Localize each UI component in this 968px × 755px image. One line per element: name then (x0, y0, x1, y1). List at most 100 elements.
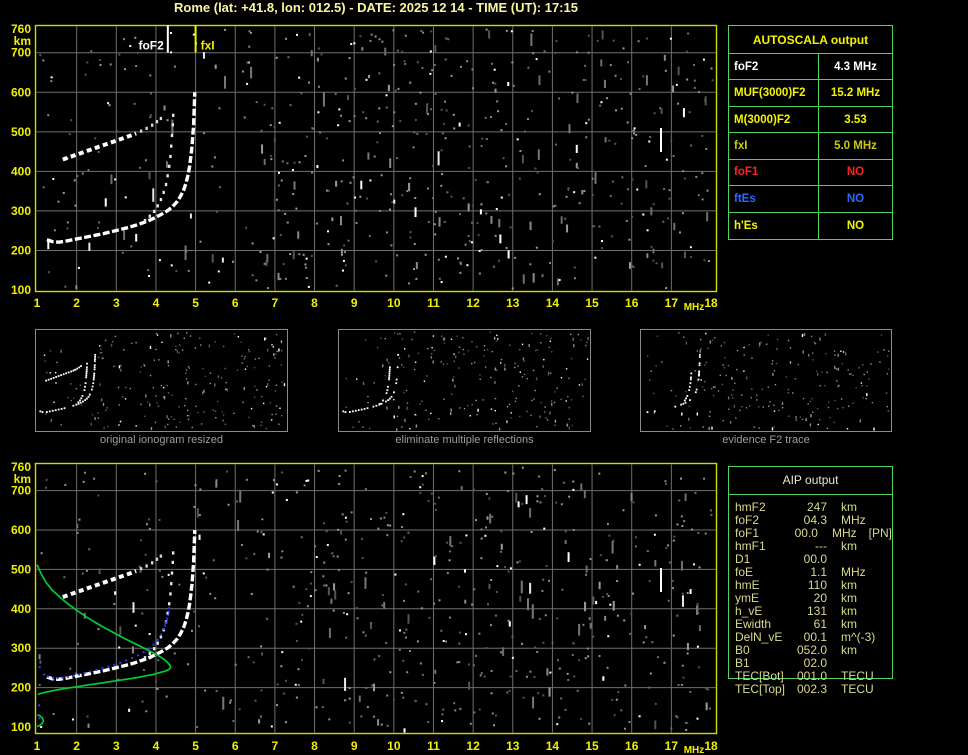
row-value: 3.53 (844, 113, 867, 126)
autoscala-row: h'Es NO (729, 212, 892, 239)
svg-text:11: 11 (427, 296, 440, 310)
svg-text:13: 13 (506, 739, 520, 753)
axis-labels: 1 2 3 4 5 6 7 8 9 10 11 12 13 14 15 16 17 18MHz7607006005… (11, 22, 718, 313)
row-label: fxI (729, 133, 819, 159)
svg-text:16: 16 (625, 296, 639, 310)
svg-text:15: 15 (585, 296, 599, 310)
top-ionogram-plot: foF2 fxI1 2 3 4 5 6 7 8 9 10 11 12 13 14 15 16 17 18MHz760… (11, 22, 718, 313)
svg-text:12: 12 (466, 296, 480, 310)
svg-text:6: 6 (232, 296, 239, 310)
row-value: 00.0 (794, 526, 818, 540)
svg-text:17: 17 (665, 739, 679, 753)
svg-text:300: 300 (11, 204, 31, 218)
svg-text:8: 8 (311, 296, 318, 310)
plot-border (34, 462, 718, 735)
series-profile (36, 713, 45, 728)
svg-text:13: 13 (506, 296, 520, 310)
svg-text:14: 14 (546, 296, 560, 310)
grid (36, 26, 716, 291)
svg-text:14: 14 (546, 739, 560, 753)
svg-text:400: 400 (11, 602, 31, 616)
svg-text:8: 8 (311, 739, 318, 753)
row-unit: TECU (841, 682, 874, 696)
row-label: M(3000)F2 (729, 106, 819, 133)
svg-text:9: 9 (351, 296, 358, 310)
svg-text:3: 3 (113, 296, 120, 310)
svg-text:500: 500 (11, 125, 31, 139)
svg-text:5: 5 (192, 296, 199, 310)
svg-text:2: 2 (73, 739, 80, 753)
svg-text:12: 12 (466, 739, 480, 753)
bottom-ionogram-plot: 1 2 3 4 5 6 7 8 9 10 11 12 13 14 15 16 17 18MHz7607006005… (11, 460, 718, 755)
svg-text:2: 2 (73, 296, 80, 310)
plot-border (34, 24, 718, 293)
autoscala-table-header: AUTOSCALA output (729, 26, 892, 54)
autoscala-row: ftEs NO (729, 186, 892, 213)
series-dots (139, 554, 163, 571)
row-value: NO (846, 166, 865, 179)
thumbnail-caption-evidence: evidence F2 trace (722, 434, 810, 446)
autoscala-row: foF1 NO (729, 159, 892, 187)
row-note: [PN] (868, 526, 892, 540)
row-label: h'Es (729, 212, 819, 239)
y-axis-unit: km (14, 34, 31, 48)
aip-table-header: AIP output (729, 467, 892, 495)
row-label: TEC[Top] (735, 682, 786, 696)
thumbnail-strip (35, 329, 892, 432)
row-label: foF1 (729, 159, 819, 186)
autoscala-row: foF2 4.3 MHz (729, 54, 892, 81)
svg-text:200: 200 (11, 681, 31, 695)
thumbnail-border (640, 329, 892, 432)
svg-text:500: 500 (11, 562, 31, 576)
row-value: 15.2 MHz (830, 87, 881, 100)
thumbnail-caption-eliminate: eliminate multiple reflections (395, 434, 534, 446)
noise-speckle (38, 466, 713, 733)
row-value: 5.0 MHz (834, 139, 877, 152)
autoscala-row: M(3000)F2 3.53 (729, 106, 892, 134)
svg-text:11: 11 (427, 739, 440, 753)
aip-table-rows: hmF2 247 km foF2 04.3 MHz foF1 00.0 MHz [PN] hmF1-… (729, 495, 892, 696)
autoscala-output-table: AUTOSCALA output foF2 4.3 MHz MUF(3000)F2 1… (728, 25, 893, 240)
x-axis-unit: MHz (684, 302, 705, 313)
svg-text:18: 18 (704, 296, 718, 310)
autoscala-row: MUF(3000)F2 15.2 MHz (729, 80, 892, 107)
row-label: MUF(3000)F2 (729, 80, 819, 106)
svg-text:4: 4 (153, 296, 160, 310)
aip-row: TEC[Top] 002.3 TECU (735, 683, 892, 696)
grid (36, 464, 716, 733)
echo-traces (46, 92, 197, 244)
series-dots (143, 551, 175, 660)
autoscala-row: fxI 5.0 MHz (729, 133, 892, 160)
svg-text:3: 3 (113, 739, 120, 753)
svg-text:4: 4 (153, 739, 160, 753)
y-axis-unit: km (14, 472, 31, 486)
aip-output-table: AIP output hmF2 247 km foF2 04.3 MHz foF1 00.0 M… (728, 466, 893, 696)
svg-text:15: 15 (585, 739, 599, 753)
svg-text:9: 9 (351, 739, 358, 753)
thumbnail-caption-original: original ionogram resized (100, 434, 223, 446)
row-unit: km (841, 539, 857, 553)
row-unit: km (841, 643, 857, 657)
svg-text:16: 16 (625, 739, 639, 753)
svg-text:1: 1 (34, 296, 41, 310)
page-title: Rome (lat: +41.8, lon: 012.5) - DATE: 20… (174, 0, 578, 15)
thumbnail-3 (640, 329, 892, 432)
svg-text:17: 17 (665, 296, 679, 310)
svg-text:400: 400 (11, 164, 31, 178)
svg-text:6: 6 (232, 739, 239, 753)
svg-text:5: 5 (192, 739, 199, 753)
row-value: 4.3 MHz (834, 60, 877, 73)
series-hop (62, 569, 137, 599)
svg-text:100: 100 (11, 720, 31, 734)
svg-text:10: 10 (387, 296, 401, 310)
series-dots (143, 113, 175, 223)
x-axis-unit: MHz (684, 745, 705, 755)
axis-labels: 1 2 3 4 5 6 7 8 9 10 11 12 13 14 15 16 17 18MHz7607006005… (11, 460, 718, 755)
row-value: 002.3 (796, 682, 827, 696)
svg-text:600: 600 (11, 85, 31, 99)
series-dots (139, 116, 163, 133)
svg-text:10: 10 (387, 739, 401, 753)
autoscala-app-window: { "title": "Rome (lat: +41.8, lon: 012.5… (0, 0, 968, 755)
svg-text:1: 1 (34, 739, 41, 753)
svg-text:7: 7 (272, 296, 279, 310)
